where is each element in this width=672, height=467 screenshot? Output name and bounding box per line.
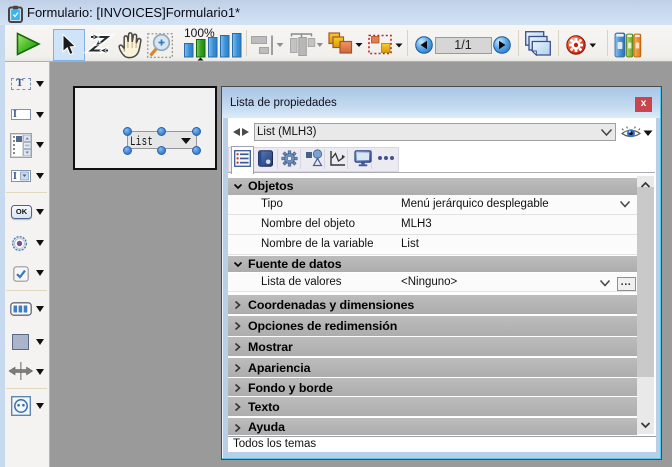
svg-text:I: I — [13, 171, 17, 182]
